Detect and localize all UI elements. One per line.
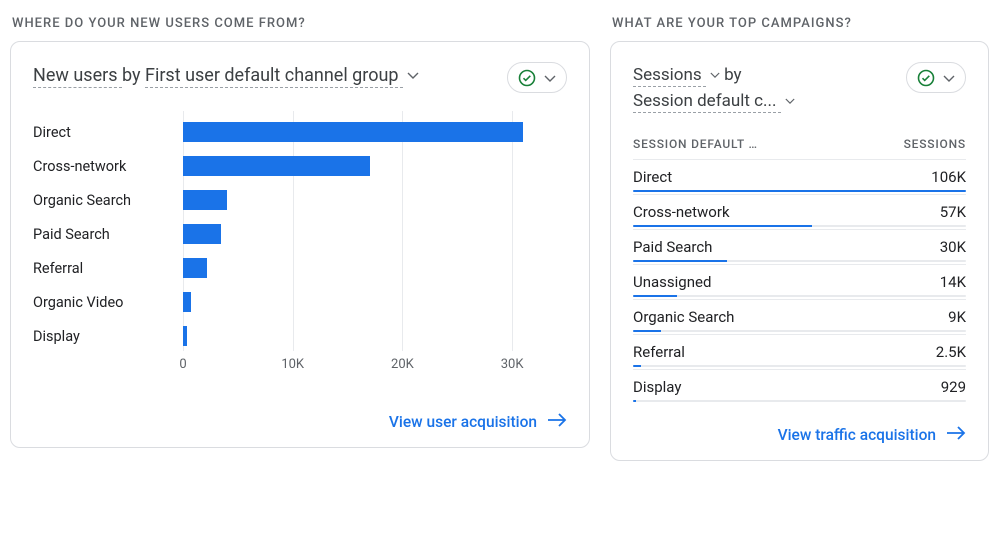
row-value: 14K bbox=[940, 273, 966, 291]
metric-label: Sessions bbox=[633, 65, 702, 85]
bar-label: Organic Search bbox=[33, 183, 183, 217]
chevron-down-icon bbox=[785, 98, 795, 105]
sparkline bbox=[633, 365, 966, 367]
arrow-right-icon bbox=[547, 413, 567, 431]
axis-tick: 20K bbox=[391, 357, 414, 372]
bar-row bbox=[183, 251, 567, 285]
row-label: Unassigned bbox=[633, 273, 711, 291]
metric-label: New users bbox=[33, 65, 118, 86]
bar-row bbox=[183, 183, 567, 217]
dimension-dropdown[interactable]: First user default channel group bbox=[145, 65, 403, 88]
row-label: Cross-network bbox=[633, 203, 730, 221]
arrow-right-icon bbox=[946, 426, 966, 444]
check-circle-icon bbox=[917, 69, 935, 87]
bar-label: Organic Video bbox=[33, 285, 183, 319]
status-dropdown[interactable] bbox=[507, 62, 567, 93]
row-value: 57K bbox=[940, 203, 966, 221]
metric-selector-right[interactable]: Sessions by Session default c... bbox=[633, 62, 795, 115]
metric-selector-left[interactable]: New users by First user default channel … bbox=[33, 62, 419, 90]
bar-label: Display bbox=[33, 319, 183, 353]
row-value: 9K bbox=[948, 308, 966, 326]
col-header-dimension: SESSION DEFAULT … bbox=[633, 137, 758, 151]
bar bbox=[183, 258, 207, 278]
bar bbox=[183, 156, 370, 176]
bar bbox=[183, 190, 227, 210]
dimension-label: First user default channel group bbox=[145, 65, 399, 86]
sparkline bbox=[633, 190, 966, 192]
axis-tick: 0 bbox=[179, 357, 186, 372]
row-label: Direct bbox=[633, 168, 672, 186]
bar-row bbox=[183, 115, 567, 149]
axis-tick: 30K bbox=[501, 357, 524, 372]
link-label: View user acquisition bbox=[389, 413, 537, 431]
sparkline bbox=[633, 295, 966, 297]
by-label: by bbox=[724, 65, 742, 85]
check-circle-icon bbox=[518, 69, 536, 87]
row-value: 106K bbox=[931, 168, 966, 186]
user-acquisition-card: New users by First user default channel … bbox=[10, 41, 590, 448]
sparkline bbox=[633, 400, 966, 402]
bar bbox=[183, 326, 187, 346]
sparkline bbox=[633, 225, 966, 227]
section-title-left: WHERE DO YOUR NEW USERS COME FROM? bbox=[12, 16, 588, 31]
table-row[interactable]: Cross-network 57K bbox=[633, 194, 966, 229]
row-value: 30K bbox=[940, 238, 966, 256]
bar-chart: DirectCross-networkOrganic SearchPaid Se… bbox=[33, 111, 567, 391]
row-value: 2.5K bbox=[936, 343, 966, 361]
bar bbox=[183, 292, 191, 312]
row-value: 929 bbox=[941, 378, 966, 396]
bar-label: Referral bbox=[33, 251, 183, 285]
bar-row bbox=[183, 217, 567, 251]
table-row[interactable]: Display 929 bbox=[633, 369, 966, 404]
bar-label: Cross-network bbox=[33, 149, 183, 183]
traffic-acquisition-card: Sessions by Session default c... bbox=[610, 41, 989, 461]
axis-tick: 10K bbox=[281, 357, 304, 372]
dimension-label: Session default c... bbox=[633, 91, 776, 111]
sparkline bbox=[633, 260, 966, 262]
link-label: View traffic acquisition bbox=[778, 426, 936, 444]
metric-dropdown[interactable]: New users bbox=[33, 65, 122, 88]
row-label: Paid Search bbox=[633, 238, 712, 256]
row-label: Display bbox=[633, 378, 681, 396]
row-label: Organic Search bbox=[633, 308, 734, 326]
table-row[interactable]: Direct 106K bbox=[633, 159, 966, 194]
section-title-right: WHAT ARE YOUR TOP CAMPAIGNS? bbox=[612, 16, 987, 31]
by-label: by bbox=[122, 65, 141, 86]
metric-dropdown[interactable]: Sessions bbox=[633, 65, 706, 87]
table-row[interactable]: Referral 2.5K bbox=[633, 334, 966, 369]
table-header: SESSION DEFAULT … SESSIONS bbox=[633, 133, 966, 159]
bar-row bbox=[183, 149, 567, 183]
view-user-acquisition-link[interactable]: View user acquisition bbox=[389, 413, 567, 431]
bar-label: Paid Search bbox=[33, 217, 183, 251]
chevron-down-icon bbox=[407, 72, 419, 80]
view-traffic-acquisition-link[interactable]: View traffic acquisition bbox=[778, 426, 966, 444]
col-header-metric: SESSIONS bbox=[904, 137, 966, 151]
status-dropdown[interactable] bbox=[906, 62, 966, 93]
chevron-down-icon bbox=[943, 68, 955, 87]
table-row[interactable]: Unassigned 14K bbox=[633, 264, 966, 299]
dimension-dropdown[interactable]: Session default c... bbox=[633, 91, 781, 113]
bar-label: Direct bbox=[33, 115, 183, 149]
chevron-down-icon bbox=[544, 68, 556, 87]
bar-row bbox=[183, 285, 567, 319]
bar bbox=[183, 224, 221, 244]
chevron-down-icon bbox=[710, 72, 720, 79]
row-label: Referral bbox=[633, 343, 685, 361]
sparkline bbox=[633, 330, 966, 332]
bar bbox=[183, 122, 523, 142]
bar-row bbox=[183, 319, 567, 353]
table-row[interactable]: Paid Search 30K bbox=[633, 229, 966, 264]
table-row[interactable]: Organic Search 9K bbox=[633, 299, 966, 334]
